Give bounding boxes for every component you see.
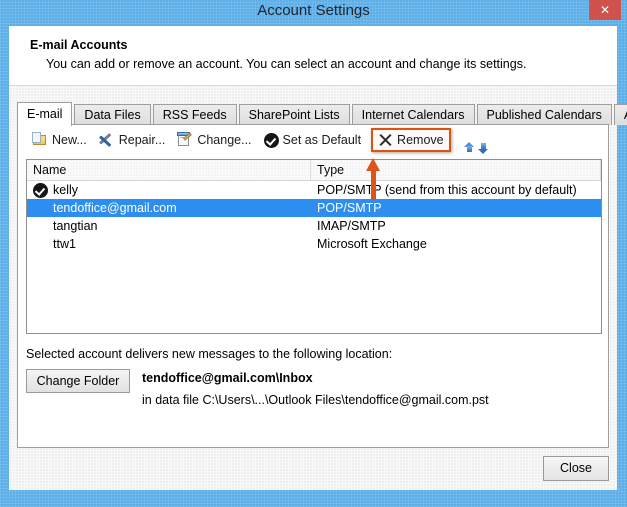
new-account-button[interactable]: New... <box>26 129 93 151</box>
tab-email[interactable]: E-mail <box>17 102 73 126</box>
remove-x-icon <box>378 133 393 148</box>
account-type: POP/SMTP <box>317 201 382 215</box>
table-row[interactable]: ttw1 Microsoft Exchange <box>27 235 601 253</box>
screenshot-root: Account Settings ✕ E-mail Accounts You c… <box>0 0 627 507</box>
close-icon: ✕ <box>599 3 611 17</box>
tab-published-calendars[interactable]: Published Calendars <box>476 104 612 125</box>
new-account-label: New... <box>52 133 87 147</box>
accounts-toolbar: New... Repair... Change... Set as Defaul… <box>18 125 608 155</box>
remove-account-label: Remove <box>397 133 444 147</box>
accounts-list[interactable]: Name Type kelly POP/SMTP (send from this… <box>26 159 602 334</box>
accounts-list-rows: kelly POP/SMTP (send from this account b… <box>27 181 601 253</box>
table-row[interactable]: kelly POP/SMTP (send from this account b… <box>27 181 601 199</box>
remove-account-button[interactable]: Remove <box>371 128 451 152</box>
account-name: tendoffice@gmail.com <box>53 201 177 215</box>
email-tab-panel: New... Repair... Change... Set as Defaul… <box>17 124 609 448</box>
check-circle-icon <box>263 132 279 148</box>
change-folder-button[interactable]: Change Folder <box>26 369 130 393</box>
account-name: ttw1 <box>53 237 76 251</box>
account-name: kelly <box>53 183 79 197</box>
title-bar: Account Settings ✕ <box>0 0 627 26</box>
accounts-list-header: Name Type <box>27 160 601 181</box>
tab-sharepoint-lists[interactable]: SharePoint Lists <box>238 104 350 125</box>
tab-internet-calendars[interactable]: Internet Calendars <box>351 104 475 125</box>
repair-account-label: Repair... <box>118 133 166 147</box>
delivery-location-label: Selected account delivers new messages t… <box>26 347 393 361</box>
set-as-default-label: Set as Default <box>282 133 362 147</box>
change-account-label: Change... <box>197 133 252 147</box>
table-row[interactable]: tangtian IMAP/SMTP <box>27 217 601 235</box>
tab-data-files[interactable]: Data Files <box>74 104 151 125</box>
close-button[interactable]: Close <box>543 456 609 481</box>
dialog-window: Account Settings ✕ E-mail Accounts You c… <box>0 0 627 507</box>
delivery-folder-path: tendoffice@gmail.com\Inbox <box>142 371 313 385</box>
account-type: POP/SMTP (send from this account by defa… <box>317 183 577 197</box>
table-row[interactable]: tendoffice@gmail.com POP/SMTP <box>27 199 601 217</box>
column-header-name[interactable]: Name <box>27 160 311 180</box>
delivery-data-file: in data file C:\Users\...\Outlook Files\… <box>142 393 489 407</box>
dialog-content: E-mail Data Files RSS Feeds SharePoint L… <box>9 86 627 490</box>
change-account-button[interactable]: Change... <box>171 129 257 151</box>
edit-properties-icon <box>177 132 193 148</box>
account-type: Microsoft Exchange <box>317 237 427 251</box>
column-header-type[interactable]: Type <box>311 160 601 180</box>
tab-address-books[interactable]: Address Books <box>613 104 627 125</box>
tab-rss-feeds[interactable]: RSS Feeds <box>152 104 237 125</box>
window-close-button[interactable]: ✕ <box>589 0 621 20</box>
page-title: E-mail Accounts <box>30 38 128 52</box>
tab-strip: E-mail Data Files RSS Feeds SharePoint L… <box>17 101 627 126</box>
repair-tools-icon <box>98 132 115 148</box>
dialog-header: E-mail Accounts You can add or remove an… <box>9 26 617 86</box>
account-type: IMAP/SMTP <box>317 219 386 233</box>
repair-account-button[interactable]: Repair... <box>93 129 172 151</box>
new-mail-icon <box>32 132 48 148</box>
set-as-default-button[interactable]: Set as Default <box>258 129 368 151</box>
dialog-body: E-mail Accounts You can add or remove an… <box>9 26 627 490</box>
page-subtitle: You can add or remove an account. You ca… <box>46 57 527 71</box>
window-title: Account Settings <box>257 2 370 19</box>
account-name: tangtian <box>53 219 98 233</box>
